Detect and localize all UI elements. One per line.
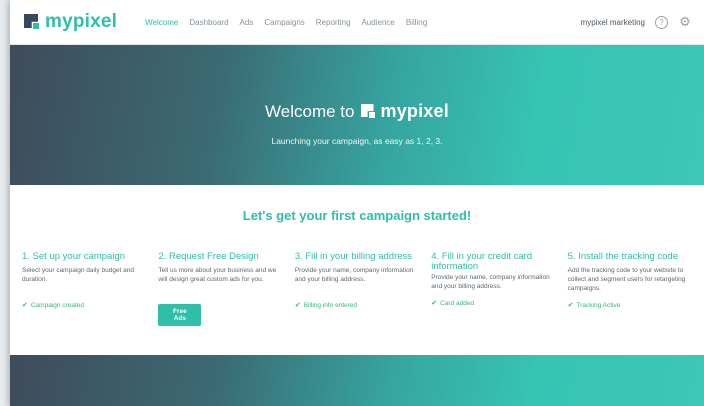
steps-heading: Let's get your first campaign started! <box>242 208 472 223</box>
step-desc: Tell us more about your business and we … <box>158 267 277 283</box>
step-status: ✔ Card added <box>431 299 557 308</box>
steps-list: 1. Set up your campaign Select your camp… <box>10 252 704 326</box>
nav-ads[interactable]: Ads <box>240 18 254 27</box>
logo-mark-icon <box>24 14 42 30</box>
steps-section: Let's get your first campaign started! 1… <box>10 185 704 355</box>
nav-reporting[interactable]: Reporting <box>316 18 351 27</box>
hero-logo: mypixel <box>360 101 449 122</box>
hero-title-prefix: Welcome to <box>265 101 355 121</box>
status-label: Card added <box>440 299 475 307</box>
check-icon: ✔ <box>294 302 301 309</box>
check-icon: ✔ <box>22 302 28 309</box>
brand-name: mypixel <box>45 11 118 32</box>
nav-campaigns[interactable]: Campaigns <box>264 18 304 27</box>
step-status: ✔ Tracking Active <box>567 301 694 310</box>
step-desc: Add the tracking code to your website to… <box>567 267 686 292</box>
step-title: 4. Fill in your credit card information <box>431 251 533 272</box>
step-desc: Provide your name, company information a… <box>431 274 550 290</box>
step-5: 5. Install the tracking code Add the tra… <box>568 252 704 326</box>
hero-banner: Welcome to mypixel Launching your campai… <box>10 45 704 185</box>
top-nav: mypixel Welcome Dashboard Ads Campaigns … <box>10 0 704 45</box>
nav-welcome[interactable]: Welcome <box>145 18 178 27</box>
brand-logo[interactable]: mypixel <box>24 11 117 33</box>
step-desc: Select your campaign daily budget and du… <box>22 267 135 283</box>
step-title: 2. Request Free Design <box>158 251 259 262</box>
step-desc: Provide your name, company information a… <box>294 267 414 283</box>
free-ads-button[interactable]: Free Ads <box>158 304 202 326</box>
app-window: mypixel Welcome Dashboard Ads Campaigns … <box>10 0 704 406</box>
step-title: 5. Install the tracking code <box>567 251 678 262</box>
hero-title: Welcome to mypixel <box>10 101 704 122</box>
check-icon: ✔ <box>431 300 438 307</box>
hero-brand-name: mypixel <box>380 101 449 121</box>
nav-audience[interactable]: Audience <box>361 18 394 27</box>
step-2: 2. Request Free Design Tell us more abou… <box>158 252 294 326</box>
status-label: Tracking Active <box>576 301 621 309</box>
check-icon: ✔ <box>567 302 574 309</box>
help-icon[interactable]: ? <box>655 15 668 29</box>
nav-billing[interactable]: Billing <box>406 18 427 27</box>
step-1: 1. Set up your campaign Select your camp… <box>22 252 158 326</box>
step-status: ✔ Campaign created <box>22 301 148 310</box>
status-label: Billing info entered <box>303 301 358 309</box>
step-3: 3. Fill in your billing address Provide … <box>295 252 431 326</box>
step-title: 1. Set up your campaign <box>22 251 125 262</box>
main-nav: Welcome Dashboard Ads Campaigns Reportin… <box>145 18 427 27</box>
status-label: Campaign created <box>30 301 84 309</box>
step-status: ✔ Billing info entered <box>294 301 421 310</box>
account-name[interactable]: mypixel marketing <box>581 18 645 27</box>
bottom-banner <box>10 355 704 406</box>
nav-dashboard[interactable]: Dashboard <box>189 18 228 27</box>
step-4: 4. Fill in your credit card information … <box>431 252 567 326</box>
logo-mark-icon <box>360 104 378 119</box>
hero-subtitle: Launching your campaign, as easy as 1, 2… <box>271 136 443 146</box>
gear-icon[interactable]: ⚙ <box>678 15 692 29</box>
nav-right: mypixel marketing ? ⚙ <box>581 15 692 29</box>
step-title: 3. Fill in your billing address <box>294 251 413 262</box>
